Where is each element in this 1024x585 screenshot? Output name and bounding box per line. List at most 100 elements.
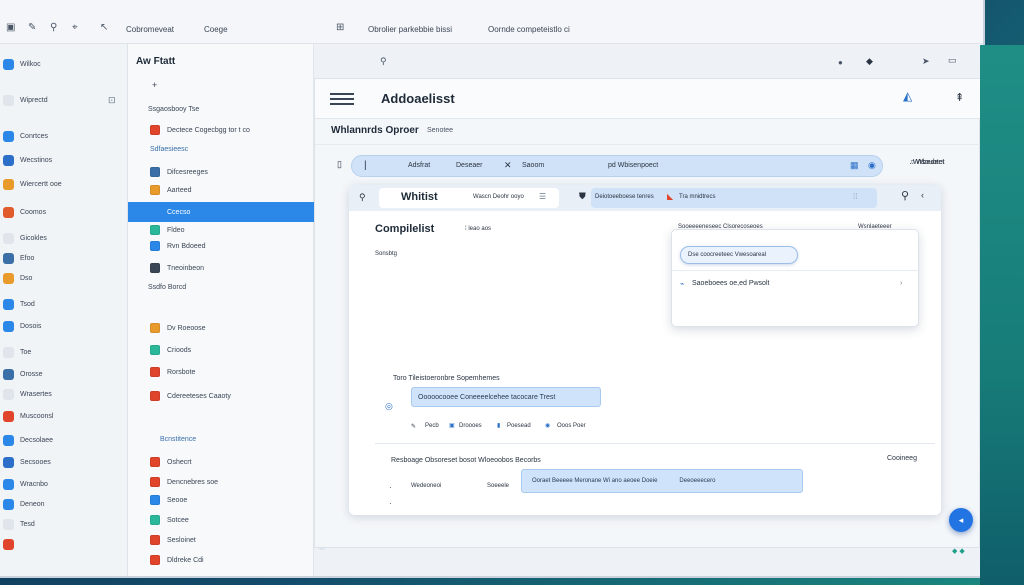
shield-icon[interactable]: ⛊ [579,191,586,202]
nav-item[interactable]: Dencnebres soe [128,472,314,492]
sidebar-item[interactable]: Coomos [0,204,128,220]
refresh-icon[interactable]: ◉ [868,160,876,171]
sidebar-item[interactable]: Wecstinos [0,152,128,168]
nav-item[interactable]: Aarteed [128,180,314,200]
grid-icon[interactable]: ▣ [6,22,15,33]
add-icon[interactable]: + [152,80,157,90]
send-icon[interactable]: ➤ [922,56,930,67]
app-icon [3,178,14,190]
subtitle: Whlannrds Oproer [331,125,419,136]
grid-icon[interactable]: ▦ [850,160,859,171]
top-label-a[interactable]: Cobromeveat [126,25,174,34]
chip-3[interactable]: Poesead [507,423,531,429]
top-label-c[interactable]: Obrolier parkebbie bissi [368,25,452,34]
menu-icon[interactable]: ☰ [539,192,546,201]
toolbar-item-d[interactable]: pd Wbisenpoect [608,162,658,169]
nav-item[interactable]: Dv Roeoose [128,318,314,338]
sidebar-item[interactable]: Wracnbo [0,476,128,492]
cursor-icon[interactable]: ⌖ [72,22,78,33]
menu-icon[interactable] [330,93,354,107]
row2-right[interactable]: Cooineeg [887,455,917,462]
sidebar-item[interactable]: Dso [0,270,128,286]
nav-item[interactable]: Rorsbote [128,362,314,382]
top-label-d[interactable]: Oornde competeistlo ci [488,25,570,34]
nav-item[interactable]: Oshecrt [128,452,314,472]
sidebar-item[interactable]: Muscoonsl [0,408,128,424]
card-tab-active[interactable]: Whitist Wascn Deohr ooyo ☰ [379,188,559,208]
sidebar-item[interactable]: Decsolaee [0,432,128,448]
layout-icon[interactable]: ⁞⁞ [853,192,857,201]
subtitle-row: Whlannrds Oproer Senotee [315,119,981,145]
nav-item-icon [150,185,160,195]
sidebar-title: Aw Ftatt [136,56,176,67]
pin-icon[interactable]: ⇞ [955,91,964,104]
sidebar-item[interactable]: Orosse [0,366,128,382]
chip-2[interactable]: Droooes [459,423,482,429]
nav-item[interactable]: Seooe [128,490,314,510]
tool-icon[interactable]: ✕ [504,160,512,171]
search-icon[interactable]: ⚲ [359,192,366,203]
window-icon[interactable]: ▭ [948,55,957,66]
doc-icon[interactable]: ⊞ [336,22,344,33]
sidebar-item[interactable]: Wiprectd ⊡ [0,92,128,108]
input-row1[interactable]: Ooooocooee Coneeeelcehee tacocare Trest [411,387,601,407]
nav-item[interactable]: Sotcee [128,510,314,530]
sidebar-item[interactable]: Gicokles [0,230,128,246]
row3-marker: · [389,483,392,492]
mountain-icon[interactable]: ◭ [903,89,912,103]
sidebar-item[interactable]: Secsooes [0,454,128,470]
cursor-icon[interactable]: | [364,160,367,171]
sidebar-item-label: Orosse [20,370,43,378]
top-label-b[interactable]: Coege [204,25,228,34]
header-right-label: Wtsouotet [913,159,945,166]
sidebar-item[interactable]: Wiercertt ooe [0,176,128,192]
toolbar-item-b[interactable]: Deseaer [456,162,482,169]
section-header-a: Ssgaosbooy Tse [148,106,200,113]
circle-icon[interactable]: ● [838,58,843,67]
sidebar-item[interactable]: Dosois [0,318,128,334]
toolbar-item-a[interactable]: Adsfrat [408,162,430,169]
back-icon[interactable]: ↖ [100,22,108,33]
nav-item[interactable]: Cdereeteses Caaoty [128,386,314,406]
sidebar-item[interactable]: Tesd [0,516,128,532]
sidebar-item[interactable]: Toe [0,344,128,360]
toolbar-item-c[interactable]: Saoom [522,162,544,169]
popup-item[interactable]: Saoeboees oe,ed Pwsolt [692,280,769,287]
search-icon-right[interactable]: ⚲ [901,189,909,202]
nav-item-label: Tneoinbeon [167,264,204,272]
chip-icon: ▣ [449,423,455,429]
nav-item[interactable]: Ccecso [128,202,314,222]
sidebar-item[interactable]: Deneon [0,496,128,512]
chip-4[interactable]: Ooos Poer [557,423,586,429]
popup-field[interactable]: Dse coocreeteec Vwesoareal [680,246,798,264]
nav-item[interactable]: Tneoinbeon [128,258,314,278]
sidebar-item[interactable]: Tsod [0,296,128,312]
nav-item-label: Dectece Cogecbgg tor t co [167,126,250,134]
sidebar-item[interactable]: Wrasertes [0,386,128,402]
subtitle-meta: Senotee [427,127,454,134]
doc-icon[interactable]: ▯ [337,159,342,170]
sidebar-item[interactable]: Wilkoc [0,56,128,72]
input-row2[interactable]: Ooraet Beeeee Meronane Wi ano aeoee Doei… [521,469,803,493]
nav-item[interactable]: Dldreke Cdi [128,550,314,570]
card-tab-bar-fill[interactable]: Deiotoeeboese tenres ◣ Tra mnidtrecs ⁞⁞ [591,188,877,208]
settings-icon[interactable]: ◎ [385,401,393,412]
nav-item[interactable]: Difcesreeges [128,162,314,182]
nav-item[interactable]: Sesloinet [128,530,314,550]
sidebar-item[interactable]: Conrtces [0,128,128,144]
fab-button[interactable]: ◂ [949,508,973,532]
sidebar-item[interactable]: Efoo [0,250,128,266]
nav-item[interactable]: Dectece Cogecbgg tor t co [128,120,314,140]
chevron-right-icon[interactable]: › [900,280,902,287]
pin-icon[interactable]: ⚲ [50,22,57,33]
pen-icon[interactable]: ✎ [28,22,36,33]
sidebar-item-label: Wecstinos [20,156,53,164]
search-icon[interactable]: ⚲ [380,56,387,67]
sidebar-item[interactable] [0,536,128,552]
user-icon[interactable]: ◆ [866,56,873,67]
nav-item[interactable]: Rvn Bdoeed [128,236,314,256]
nav-item[interactable]: Crioods [128,340,314,360]
chip-icon: ▮ [497,423,501,429]
arrow-icon[interactable]: ‹ [921,190,924,200]
chip-1[interactable]: Pecb [425,423,439,429]
